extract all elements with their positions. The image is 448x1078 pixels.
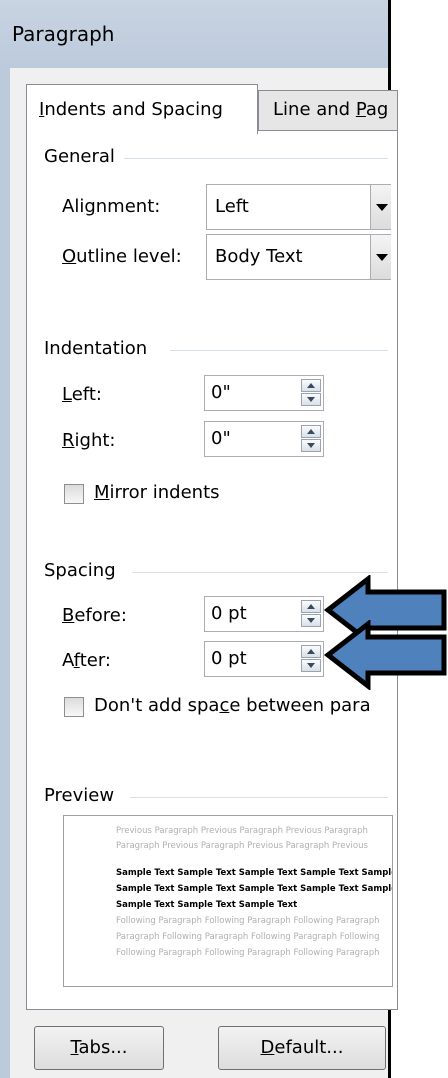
preview-previous-line: Paragraph Previous Paragraph Previous Pa…: [116, 841, 368, 851]
preview-divider: [130, 797, 388, 798]
spacing-after-spinner[interactable]: 0 pt: [204, 641, 324, 677]
mirror-indents-label[interactable]: Mirror indents: [94, 482, 220, 503]
tab-label-post: ag: [365, 99, 389, 120]
spin-up-icon[interactable]: [301, 600, 321, 613]
indent-left-label: Left:: [62, 384, 102, 405]
indent-left-spinner[interactable]: 0": [204, 375, 324, 411]
dont-add-space-checkbox[interactable]: [64, 697, 84, 717]
tab-label-post: ndents and Spacing: [44, 99, 223, 120]
outline-level-select[interactable]: Body Text: [206, 234, 391, 280]
preview-previous-line: Previous Paragraph Previous Paragraph Pr…: [116, 826, 368, 836]
preview-following-line: Paragraph Following Paragraph Following …: [116, 932, 380, 942]
spin-down-icon[interactable]: [301, 393, 321, 406]
arrow-after-annotation: [323, 620, 447, 690]
mirror-indents-checkbox[interactable]: [64, 484, 84, 504]
spacing-before-spinner[interactable]: 0 pt: [204, 596, 324, 632]
indentation-group-label: Indentation: [44, 338, 148, 359]
default-button[interactable]: Default...: [218, 1026, 386, 1070]
outline-level-label: Outline level:: [62, 246, 182, 267]
spin-up-icon[interactable]: [301, 379, 321, 392]
spacing-after-value: 0 pt: [211, 648, 247, 669]
outline-level-value: Body Text: [215, 246, 303, 267]
tabs-button[interactable]: Tabs...: [34, 1026, 164, 1070]
alignment-value: Left: [215, 196, 249, 217]
spin-up-icon[interactable]: [301, 645, 321, 658]
spacing-group-label: Spacing: [44, 560, 116, 581]
spacing-before-value: 0 pt: [211, 603, 247, 624]
alignment-label: Alignment:: [62, 196, 161, 217]
spin-buttons[interactable]: [301, 600, 321, 628]
preview-pane: Previous Paragraph Previous Paragraph Pr…: [63, 815, 393, 987]
spin-down-icon[interactable]: [301, 614, 321, 627]
tab-indents-and-spacing[interactable]: Indents and Spacing: [26, 84, 258, 134]
preview-following-line: Following Paragraph Following Paragraph …: [116, 948, 380, 958]
general-group-label: General: [44, 146, 115, 167]
indent-right-spinner[interactable]: 0": [204, 421, 324, 457]
spin-buttons[interactable]: [301, 425, 321, 453]
spin-down-icon[interactable]: [301, 439, 321, 452]
indent-right-label: Right:: [62, 430, 116, 451]
paragraph-dialog: Paragraph Indents and Spacing Line and P…: [0, 0, 398, 1078]
spin-up-icon[interactable]: [301, 425, 321, 438]
dialog-title: Paragraph: [12, 22, 115, 46]
chevron-down-icon[interactable]: [370, 235, 391, 279]
spin-buttons[interactable]: [301, 379, 321, 407]
spacing-before-label: Before:: [62, 605, 127, 626]
preview-group-label: Preview: [44, 785, 115, 806]
indent-right-value: 0": [211, 428, 231, 449]
preview-following-line: Following Paragraph Following Paragraph …: [116, 916, 380, 926]
tab-label-pre: Line and: [273, 99, 356, 120]
tab-line-and-page-breaks[interactable]: Line and Pag: [258, 90, 398, 130]
spacing-after-label: After:: [62, 650, 111, 671]
indent-left-value: 0": [211, 382, 231, 403]
title-bar[interactable]: Paragraph: [0, 0, 388, 68]
tab-label-key: P: [355, 99, 366, 120]
dont-add-space-label[interactable]: Don't add space between para: [94, 695, 371, 716]
preview-sample-line: Sample Text Sample Text Sample Text Samp…: [116, 884, 393, 894]
indentation-divider: [170, 350, 388, 351]
general-divider: [124, 158, 388, 159]
preview-sample-line: Sample Text Sample Text Sample Text: [116, 900, 298, 910]
chevron-down-icon[interactable]: [370, 185, 391, 229]
spin-down-icon[interactable]: [301, 659, 321, 672]
alignment-select[interactable]: Left: [206, 184, 391, 230]
spacing-divider: [132, 572, 388, 573]
preview-sample-line: Sample Text Sample Text Sample Text Samp…: [116, 868, 393, 878]
spin-buttons[interactable]: [301, 645, 321, 673]
